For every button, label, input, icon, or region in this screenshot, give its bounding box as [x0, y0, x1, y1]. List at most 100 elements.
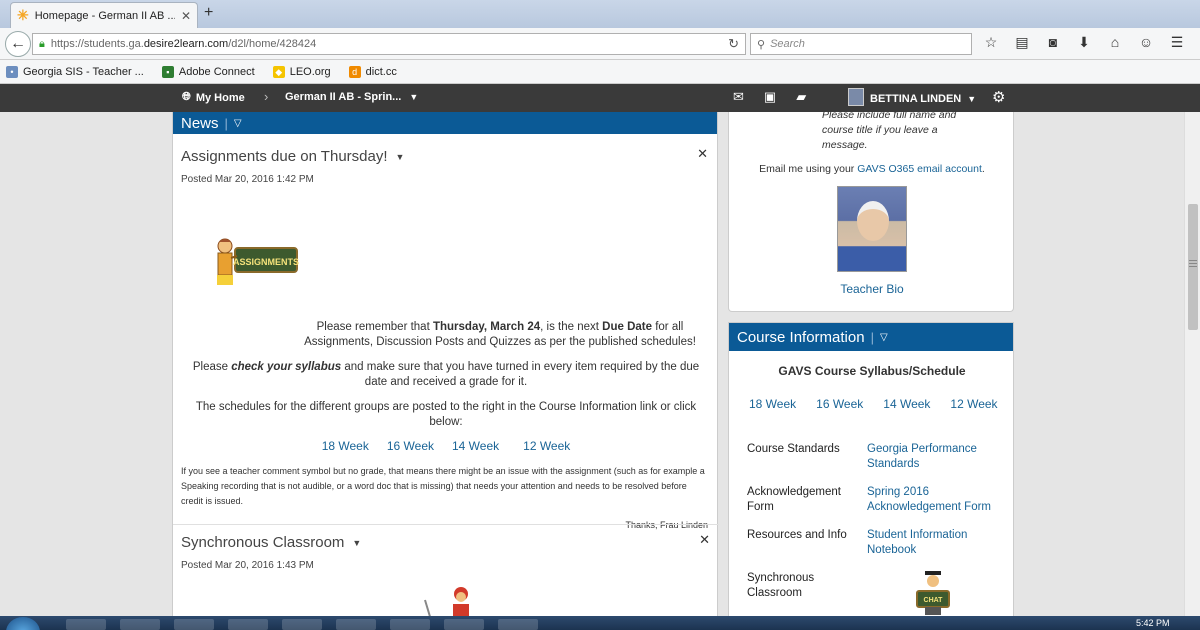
chat-image[interactable]: CHAT	[913, 571, 953, 616]
link-12-week[interactable]: 12 Week	[523, 439, 570, 453]
taskbar-app[interactable]	[498, 619, 538, 630]
teacher-bio-link[interactable]: Teacher Bio	[840, 282, 903, 296]
browser-tab[interactable]: ✳ Homepage - German II AB ... ✕	[10, 2, 198, 28]
page-content: News | ▽ Assignments due on Thursday! ▼ …	[0, 112, 1184, 616]
back-button[interactable]: ←	[5, 31, 31, 57]
scroll-grip	[1189, 260, 1197, 261]
scrollbar-thumb[interactable]	[1188, 204, 1198, 330]
breadcrumb-chevron-icon: ›	[264, 89, 269, 104]
syllabus-link-18-week[interactable]: 18 Week	[749, 397, 796, 411]
taskbar-items	[66, 619, 538, 630]
vertical-scrollbar[interactable]	[1184, 112, 1200, 616]
news-item-title[interactable]: Assignments due on Thursday! ▼	[181, 148, 404, 165]
tab-title: Homepage - German II AB ...	[34, 9, 175, 22]
update-alerts-icon[interactable]: ▣	[764, 89, 776, 105]
news-paragraph-2: Please check your syllabus and make sure…	[192, 361, 700, 388]
bookmark-leo[interactable]: ◆ LEO.org	[272, 65, 331, 78]
news-paragraph-1: Please remember that Thursday, March 24,…	[304, 321, 696, 348]
navigation-bar: ← 🔒︎ https://students.ga.desire2learn.co…	[0, 28, 1200, 60]
user-menu[interactable]: BETTINA LINDEN ▼	[848, 88, 977, 106]
dismiss-icon[interactable]: ✕	[697, 146, 708, 162]
georgia-sis-icon: •	[6, 65, 18, 78]
start-button[interactable]	[6, 617, 40, 630]
syllabus-link-14-week[interactable]: 14 Week	[883, 397, 930, 411]
windows-taskbar: 5:42 PM	[0, 616, 1200, 630]
adobe-connect-icon: ▪	[161, 65, 174, 78]
reload-icon[interactable]: ↻	[728, 36, 739, 52]
menu-icon[interactable]: ☰	[1168, 34, 1186, 51]
syllabus-link-16-week[interactable]: 16 Week	[816, 397, 863, 411]
bookmark-star-icon[interactable]: ☆	[982, 34, 1000, 51]
avatar	[848, 88, 864, 106]
link-16-week[interactable]: 16 Week	[387, 439, 434, 453]
taskbar-app[interactable]	[228, 619, 268, 630]
course-information-widget: Course Information | ▽ GAVS Course Sylla…	[728, 322, 1014, 616]
syllabus-link-12-week[interactable]: 12 Week	[950, 397, 997, 411]
syllabus-week-links: 18 Week 16 Week 14 Week 12 Week	[749, 397, 998, 411]
email-instruction: Email me using your GAVS O365 email acco…	[759, 163, 985, 175]
close-tab-icon[interactable]: ✕	[181, 9, 191, 23]
search-input[interactable]: Search	[770, 38, 805, 50]
bookmark-adobe-connect[interactable]: ▪ Adobe Connect	[161, 65, 255, 78]
bookmarks-bar: • Georgia SIS - Teacher ... ▪ Adobe Conn…	[0, 60, 1200, 84]
message-alerts-icon[interactable]: ✉	[733, 89, 744, 105]
widget-menu-icon[interactable]: ▽	[880, 332, 888, 343]
bookmark-dict-cc[interactable]: d dict.cc	[348, 65, 397, 78]
course-info-header: Course Information | ▽	[729, 323, 1013, 351]
chevron-down-icon[interactable]: ▼	[396, 152, 405, 162]
dismiss-icon[interactable]: ✕	[699, 532, 710, 548]
globe-icon: 🌐︎	[182, 91, 191, 103]
chevron-down-icon[interactable]: ▼	[352, 538, 361, 548]
email-link[interactable]: GAVS O365 email account	[857, 163, 982, 175]
teacher-comment-note: If you see a teacher comment symbol but …	[181, 466, 705, 506]
svg-text:ASSIGNMENTS: ASSIGNMENTS	[233, 257, 299, 267]
student-info-notebook-link[interactable]: Student Information Notebook	[867, 528, 1007, 558]
widget-menu-icon[interactable]: ▽	[234, 118, 242, 129]
bookmark-georgia-sis[interactable]: • Georgia SIS - Teacher ...	[6, 65, 144, 78]
classroom-image	[424, 587, 469, 616]
header-divider: |	[870, 329, 874, 345]
taskbar-app[interactable]	[282, 619, 322, 630]
course-selector[interactable]: German II AB - Sprin... ▼	[285, 91, 418, 103]
toolbar-icons: ☆ ▤ ◙ ⬇ ⌂ ☺ ☰	[982, 34, 1186, 51]
url-bar[interactable]: 🔒︎ https://students.ga.desire2learn.com/…	[32, 33, 746, 55]
link-14-week[interactable]: 14 Week	[452, 439, 499, 453]
taskbar-app[interactable]	[336, 619, 376, 630]
minibar-icons: ✉ ▣ ▰	[733, 89, 806, 105]
download-icon[interactable]: ⬇	[1075, 34, 1093, 51]
taskbar-app[interactable]	[390, 619, 430, 630]
teacher-face	[857, 201, 889, 241]
gear-icon[interactable]: ⚙	[992, 88, 1005, 106]
news-item-title[interactable]: Synchronous Classroom ▼	[181, 534, 361, 551]
news-divider	[173, 524, 719, 525]
taskbar-app[interactable]	[174, 619, 214, 630]
subscription-alerts-icon[interactable]: ▰	[796, 89, 806, 105]
home-icon[interactable]: ⌂	[1106, 34, 1124, 51]
tab-bar: ✳ Homepage - German II AB ... ✕ +	[0, 0, 1200, 28]
chevron-down-icon: ▼	[967, 93, 977, 104]
acknowledgement-form-link[interactable]: Spring 2016 Acknowledgement Form	[867, 485, 1007, 515]
reading-list-icon[interactable]: ▤	[1013, 34, 1031, 51]
chevron-down-icon: ▼	[409, 92, 419, 102]
chat-icon[interactable]: ☺	[1137, 34, 1155, 51]
news-widget: News | ▽ Assignments due on Thursday! ▼ …	[172, 112, 719, 616]
my-home-link[interactable]: 🌐︎ My Home	[182, 91, 245, 104]
lock-icon: 🔒︎	[39, 37, 45, 50]
teacher-contact-widget: Please include full name and course titl…	[728, 112, 1014, 312]
system-clock[interactable]: 5:42 PM	[1136, 618, 1170, 628]
course-standards-link[interactable]: Georgia Performance Standards	[867, 442, 1007, 472]
pocket-icon[interactable]: ◙	[1044, 34, 1062, 51]
taskbar-app[interactable]	[66, 619, 106, 630]
new-tab-button[interactable]: +	[204, 4, 213, 22]
d2l-favicon-icon: ✳	[17, 7, 29, 23]
d2l-minibar: 🌐︎ My Home › German II AB - Sprin... ▼ ✉…	[0, 84, 1200, 112]
taskbar-app[interactable]	[120, 619, 160, 630]
link-18-week[interactable]: 18 Week	[322, 439, 369, 453]
teacher-photo[interactable]	[837, 186, 907, 272]
assignments-image: ASSIGNMENTS	[217, 238, 299, 285]
search-bar[interactable]: ⚲ Search	[750, 33, 972, 55]
schedule-links: 18 Week 16 Week 14 Week 12 Week	[173, 439, 719, 453]
url-text[interactable]: https://students.ga.desire2learn.com/d2l…	[51, 38, 722, 50]
taskbar-app[interactable]	[444, 619, 484, 630]
syllabus-title: GAVS Course Syllabus/Schedule	[778, 364, 966, 378]
